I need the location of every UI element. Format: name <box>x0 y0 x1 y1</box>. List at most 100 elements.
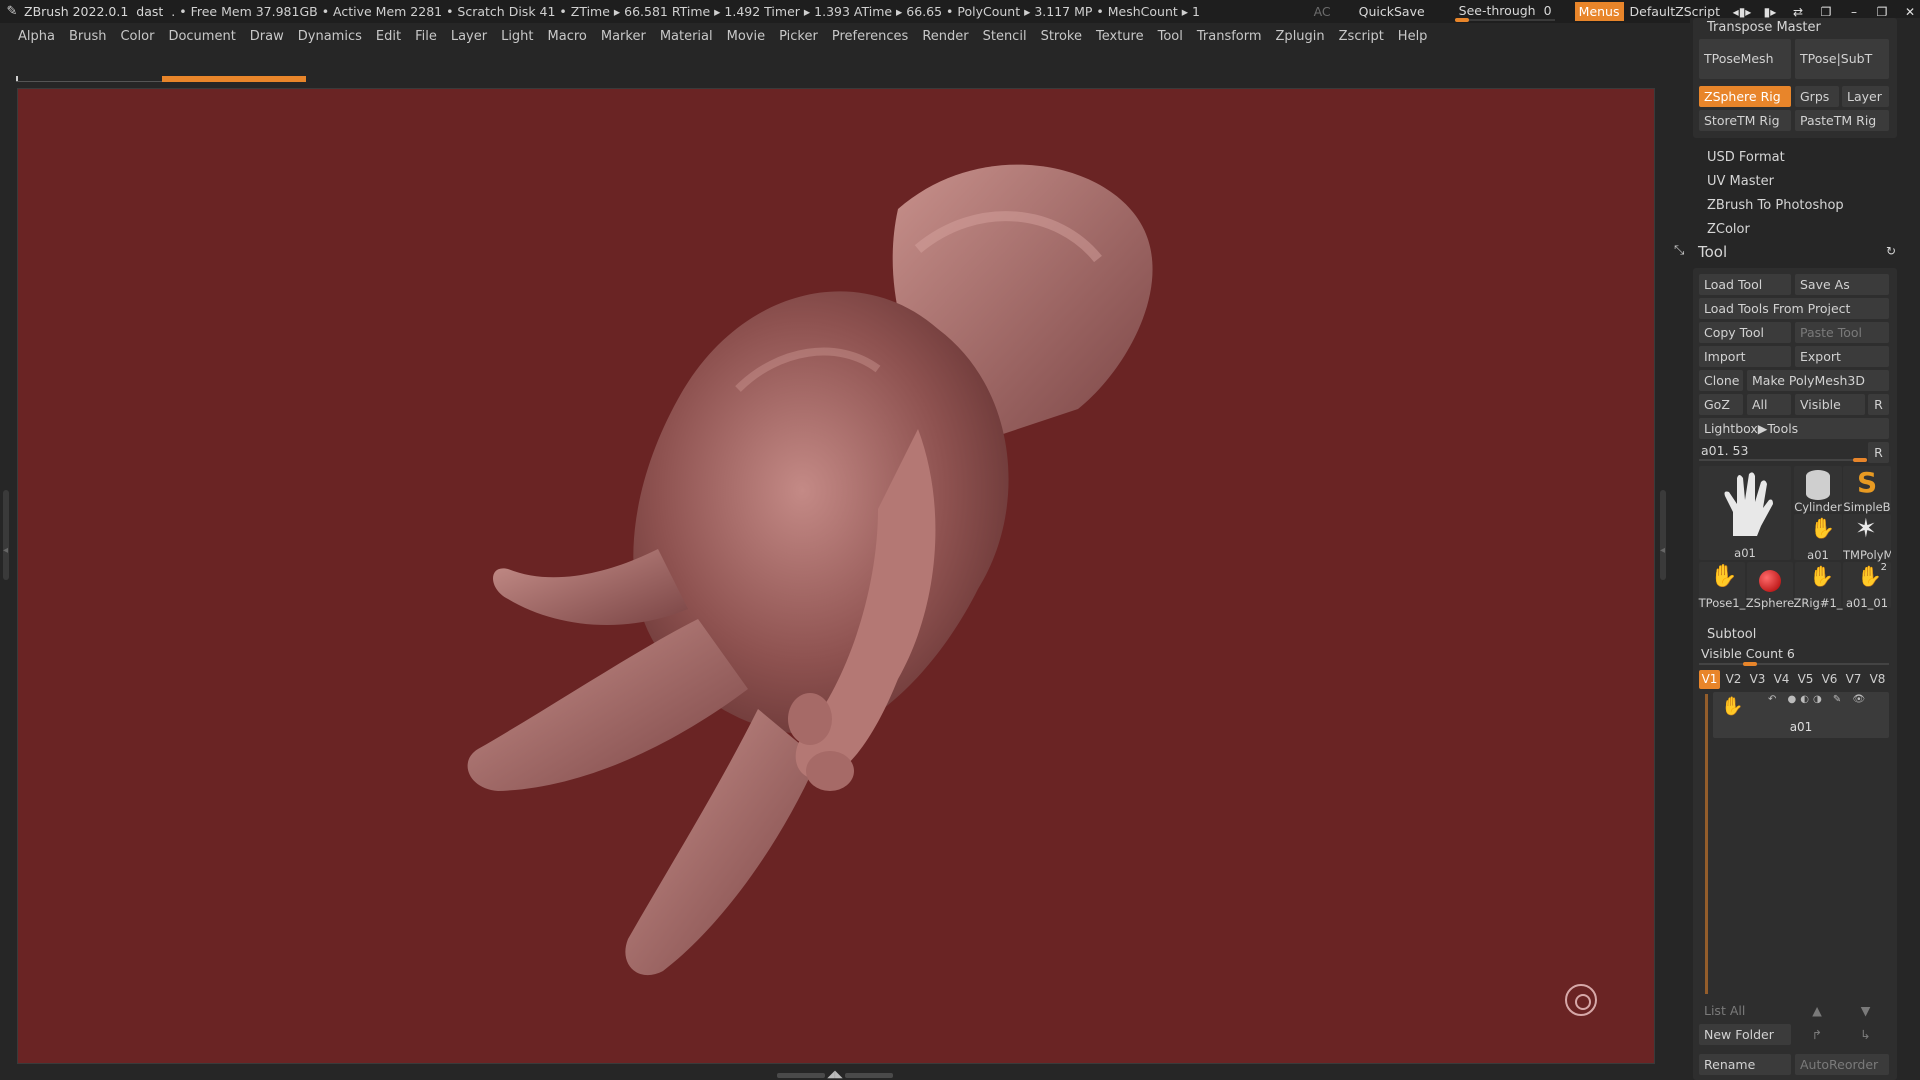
menu-light[interactable]: Light <box>501 29 533 44</box>
menu-edit[interactable]: Edit <box>376 29 401 44</box>
menu-file[interactable]: File <box>415 29 437 44</box>
paste-tool-button[interactable]: Paste Tool <box>1795 322 1889 343</box>
usd-format-item[interactable]: USD Format <box>1707 150 1785 165</box>
grps-button[interactable]: Grps <box>1795 86 1839 107</box>
list-all-button[interactable]: List All <box>1699 1000 1791 1021</box>
menu-render[interactable]: Render <box>922 29 968 44</box>
quicksave-button[interactable]: QuickSave <box>1359 4 1425 19</box>
version-v1-button[interactable]: V1 <box>1699 670 1720 689</box>
version-v5-button[interactable]: V5 <box>1795 670 1816 689</box>
subtool-item-a01[interactable]: ✋ ↶ ●◐◑ ✎ 👁 a01 <box>1713 692 1889 738</box>
see-through-handle[interactable] <box>1454 18 1469 22</box>
menu-material[interactable]: Material <box>660 29 713 44</box>
version-v8-button[interactable]: V8 <box>1867 670 1888 689</box>
menu-marker[interactable]: Marker <box>601 29 646 44</box>
document-canvas[interactable] <box>17 88 1655 1064</box>
current-tool-slider[interactable]: a01. 53 <box>1699 442 1867 462</box>
goz-all-button[interactable]: All <box>1747 394 1791 415</box>
menu-texture[interactable]: Texture <box>1096 29 1144 44</box>
subtool-item-controls-icons[interactable]: ↶ ●◐◑ ✎ 👁 <box>1768 694 1869 705</box>
version-v2-button[interactable]: V2 <box>1723 670 1744 689</box>
tool-reset-icon[interactable]: ↻ <box>1886 244 1896 258</box>
load-tools-from-project-button[interactable]: Load Tools From Project <box>1699 298 1889 319</box>
load-tool-button[interactable]: Load Tool <box>1699 274 1791 295</box>
folder-arrow-icon[interactable]: ↱ <box>1795 1024 1839 1045</box>
copy-tool-button[interactable]: Copy Tool <box>1699 322 1791 343</box>
tpose-subt-button[interactable]: TPose|SubT <box>1795 39 1889 79</box>
storetm-rig-button[interactable]: StoreTM Rig <box>1699 110 1791 131</box>
menu-layer[interactable]: Layer <box>451 29 487 44</box>
menu-color[interactable]: Color <box>120 29 154 44</box>
move-down-icon[interactable]: ▼ <box>1842 1000 1889 1021</box>
import-button[interactable]: Import <box>1699 346 1791 367</box>
subtool-list-scrollbar[interactable] <box>1705 694 1708 994</box>
timeline-strip[interactable] <box>16 76 1656 82</box>
menus-toggle[interactable]: Menus <box>1574 2 1624 21</box>
goz-button[interactable]: GoZ <box>1699 394 1743 415</box>
subtool-title[interactable]: Subtool <box>1707 627 1756 642</box>
timeline-active-range[interactable] <box>162 76 306 82</box>
bottom-tray-handle[interactable]: ◢◣ <box>770 1070 900 1080</box>
clone-button[interactable]: Clone <box>1699 370 1743 391</box>
menu-transform[interactable]: Transform <box>1197 29 1262 44</box>
layer-button[interactable]: Layer <box>1842 86 1889 107</box>
bottom-tray-arrow-icon[interactable]: ◢◣ <box>827 1070 842 1080</box>
tposemesh-button[interactable]: TPoseMesh <box>1699 39 1791 79</box>
current-tool-slider-handle[interactable] <box>1853 458 1867 462</box>
maximize-icon[interactable]: ❐ <box>1872 5 1892 19</box>
layout-arrows-left-icon[interactable]: ◂▮▸ <box>1732 5 1752 19</box>
version-v7-button[interactable]: V7 <box>1843 670 1864 689</box>
menu-zscript[interactable]: Zscript <box>1339 29 1384 44</box>
goz-visible-button[interactable]: Visible <box>1795 394 1865 415</box>
uv-master-item[interactable]: UV Master <box>1707 174 1774 189</box>
move-up-icon[interactable]: ▲ <box>1795 1000 1839 1021</box>
menu-zplugin[interactable]: Zplugin <box>1276 29 1325 44</box>
lightbox-tools-button[interactable]: Lightbox▶Tools <box>1699 418 1889 439</box>
version-v6-button[interactable]: V6 <box>1819 670 1840 689</box>
tool-pin-icon[interactable]: ⤡ <box>1674 243 1684 258</box>
version-v3-button[interactable]: V3 <box>1747 670 1768 689</box>
menu-alpha[interactable]: Alpha <box>18 29 55 44</box>
menu-help[interactable]: Help <box>1398 29 1428 44</box>
menu-movie[interactable]: Movie <box>727 29 765 44</box>
restore-windows-icon[interactable]: ❐ <box>1816 5 1836 19</box>
layout-arrows-right-icon[interactable]: ▮▸ <box>1760 5 1780 19</box>
make-polymesh3d-button[interactable]: Make PolyMesh3D <box>1747 370 1889 391</box>
right-tray-arrow-icon[interactable]: ◂ <box>1660 545 1665 556</box>
menu-preferences[interactable]: Preferences <box>832 29 908 44</box>
current-tool-r-button[interactable]: R <box>1868 442 1889 463</box>
save-as-button[interactable]: Save As <box>1795 274 1889 295</box>
menu-macro[interactable]: Macro <box>548 29 587 44</box>
right-tray-handle[interactable] <box>1660 490 1666 580</box>
folder-insert-icon[interactable]: ↳ <box>1842 1024 1889 1045</box>
menu-picker[interactable]: Picker <box>779 29 818 44</box>
visible-count-slider[interactable]: Visible Count 6 <box>1699 645 1889 666</box>
menu-document[interactable]: Document <box>168 29 235 44</box>
zbrush-to-photoshop-item[interactable]: ZBrush To Photoshop <box>1707 198 1844 213</box>
zsphere-rig-button[interactable]: ZSphere Rig <box>1699 86 1791 107</box>
export-button[interactable]: Export <box>1795 346 1889 367</box>
navigation-gizmo-icon[interactable] <box>1565 984 1597 1016</box>
menu-brush[interactable]: Brush <box>69 29 107 44</box>
left-tray-arrow-icon[interactable]: ◂ <box>3 545 8 556</box>
autoreorder-button[interactable]: AutoReorder <box>1795 1054 1889 1075</box>
pastetm-rig-button[interactable]: PasteTM Rig <box>1795 110 1889 131</box>
tool-palette-title[interactable]: Tool <box>1698 243 1727 261</box>
default-zscript-button[interactable]: DefaultZScript <box>1630 4 1721 19</box>
rename-button[interactable]: Rename <box>1699 1054 1791 1075</box>
menu-draw[interactable]: Draw <box>250 29 284 44</box>
ac-button[interactable]: AC <box>1314 4 1331 19</box>
menu-tool[interactable]: Tool <box>1158 29 1183 44</box>
menu-dynamics[interactable]: Dynamics <box>298 29 362 44</box>
left-tray-handle[interactable] <box>3 490 9 580</box>
swap-icon[interactable]: ⇄ <box>1788 5 1808 19</box>
menu-stroke[interactable]: Stroke <box>1041 29 1082 44</box>
see-through-slider[interactable]: See-through 0 <box>1454 1 1555 22</box>
menu-stencil[interactable]: Stencil <box>983 29 1027 44</box>
close-icon[interactable]: ✕ <box>1900 5 1920 19</box>
minimize-icon[interactable]: – <box>1844 5 1864 19</box>
visible-count-handle[interactable] <box>1743 662 1757 666</box>
goz-r-button[interactable]: R <box>1868 394 1889 415</box>
zcolor-item[interactable]: ZColor <box>1707 222 1750 237</box>
new-folder-button[interactable]: New Folder <box>1699 1024 1791 1045</box>
